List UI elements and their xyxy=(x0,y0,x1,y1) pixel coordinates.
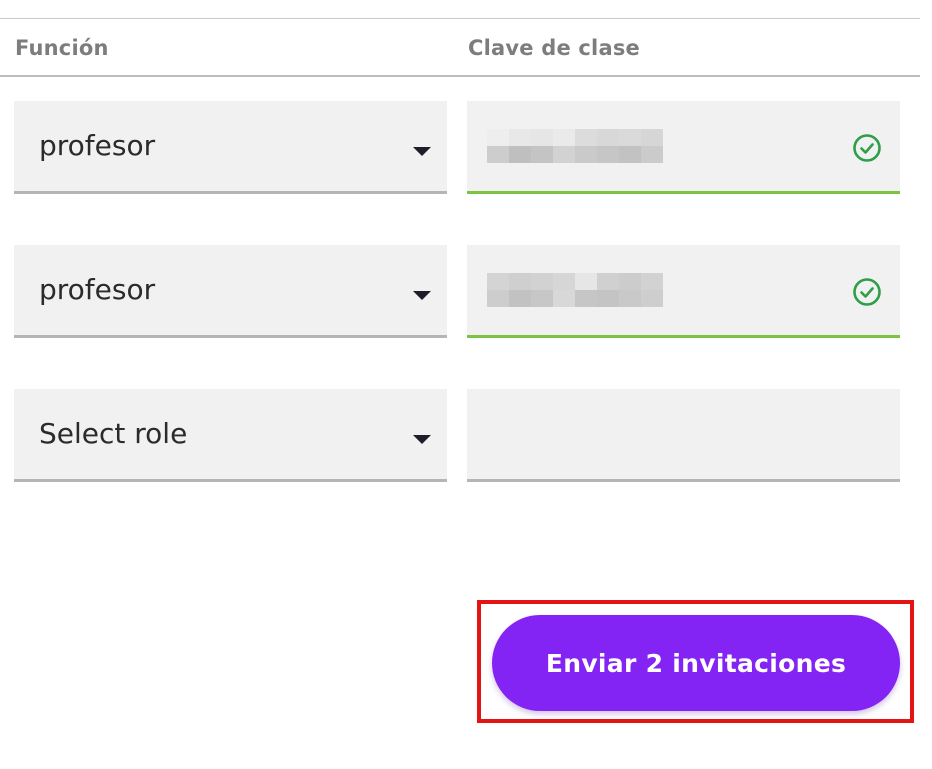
role-select-row-1[interactable]: profesor xyxy=(14,101,447,194)
send-invitations-button[interactable]: Enviar 2 invitaciones xyxy=(492,615,900,711)
header-divider xyxy=(0,75,920,77)
invite-form: Función Clave de clase profesor profesor xyxy=(0,0,932,769)
class-key-input-row-1[interactable] xyxy=(467,101,900,194)
redacted-class-key xyxy=(487,273,663,307)
column-header-role: Función xyxy=(15,36,109,60)
caret-down-icon xyxy=(413,147,431,156)
caret-down-icon xyxy=(413,291,431,300)
check-circle-icon xyxy=(853,134,881,162)
check-circle-icon xyxy=(853,278,881,306)
caret-down-icon xyxy=(413,435,431,444)
class-key-input-row-2[interactable] xyxy=(467,245,900,338)
redacted-class-key xyxy=(487,129,663,163)
role-select-row-2[interactable]: profesor xyxy=(14,245,447,338)
role-select-value: profesor xyxy=(39,129,156,162)
class-key-input-row-3[interactable] xyxy=(467,389,900,482)
role-select-row-3[interactable]: Select role xyxy=(14,389,447,482)
column-header-class-key: Clave de clase xyxy=(468,36,640,60)
role-select-value: Select role xyxy=(39,417,188,450)
role-select-value: profesor xyxy=(39,273,156,306)
top-divider xyxy=(0,18,920,19)
